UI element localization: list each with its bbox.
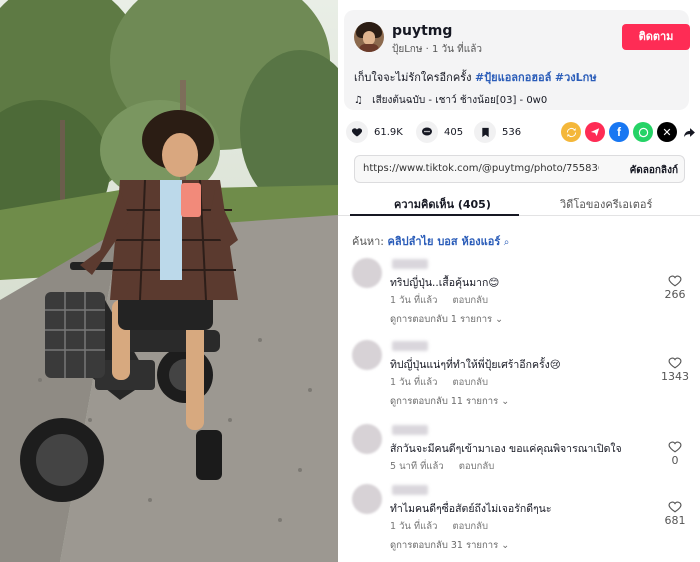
- post-time: 1 วัน ที่แล้ว: [431, 44, 482, 55]
- avatar-face-shape: [363, 31, 375, 45]
- commenter-avatar[interactable]: [352, 424, 382, 454]
- caption-text: เก็บใจจะไม่รักใครอีกครั้ง: [354, 71, 472, 84]
- commenter-avatar[interactable]: [352, 484, 382, 514]
- creator-nickname: ปุ้ยLกษ: [392, 44, 423, 55]
- like-count: 61.9K: [374, 126, 403, 138]
- heart-icon[interactable]: [346, 121, 368, 143]
- reply-button[interactable]: ตอบกลับ: [459, 461, 495, 472]
- comment-time: 5 นาที ที่แล้ว: [390, 461, 444, 472]
- post-detail-panel: puytmg ปุ้ยLกษ · 1 วัน ที่แล้ว ติดตาม เก…: [338, 0, 700, 562]
- whatsapp-icon[interactable]: [633, 122, 653, 142]
- commenter-avatar[interactable]: [352, 340, 382, 370]
- avatar-body-shape: [359, 44, 379, 52]
- comment-text: ทิปญี่ปุ่นแน่ๆที่ทำให้พี่ปุ้ยเศร้าอีกครั…: [390, 359, 561, 371]
- tab-comments[interactable]: ความคิดเห็น (405): [394, 195, 491, 213]
- music-title: เสียงต้นฉบับ - เชาว์ ช้างน้อย[03] - 0w0: [372, 95, 548, 106]
- comment-meta: 1 วัน ที่แล้ว ตอบกลับ: [390, 375, 488, 390]
- post-info-card: puytmg ปุ้ยLกษ · 1 วัน ที่แล้ว ติดตาม เก…: [344, 10, 690, 110]
- comment-text: ทำไมคนดีๆซื่อสัตย์ถึงไม่เจอรักดีๆนะ: [390, 503, 552, 515]
- engagement-bar: 61.9K 405 536 f ✕: [346, 121, 695, 145]
- comment-time: 1 วัน ที่แล้ว: [390, 377, 438, 388]
- send-icon[interactable]: [585, 122, 605, 142]
- post-caption: เก็บใจจะไม่รักใครอีกครั้ง #ปุ้ยแอลกอฮอล์…: [354, 68, 597, 86]
- creator-username[interactable]: puytmg: [392, 23, 452, 39]
- comment-time: 1 วัน ที่แล้ว: [390, 521, 438, 532]
- comment-icon[interactable]: [416, 121, 438, 143]
- commenter-name-blurred[interactable]: [392, 425, 428, 435]
- post-photo[interactable]: [0, 0, 338, 562]
- share-arrow-icon[interactable]: [679, 122, 699, 142]
- comment-text: สักวันจะมีคนดีๆเข้ามาเอง ขอแค่คุณพิจารณา…: [390, 443, 622, 455]
- comment-meta: 1 วัน ที่แล้ว ตอบกลับ: [390, 519, 488, 534]
- x-icon[interactable]: ✕: [657, 122, 677, 142]
- bookmark-icon[interactable]: [474, 121, 496, 143]
- reply-button[interactable]: ตอบกลับ: [453, 295, 489, 306]
- view-replies-button[interactable]: ดูการตอบกลับ 31 รายการ ⌄: [390, 538, 509, 553]
- comment-count: 405: [444, 126, 464, 138]
- comment-meta: 5 นาที ที่แล้ว ตอบกลับ: [390, 459, 494, 474]
- repost-icon[interactable]: [561, 122, 581, 142]
- reply-button[interactable]: ตอบกลับ: [453, 377, 489, 388]
- search-query-link[interactable]: คลิปลำไย บอส ห้องแอร์: [388, 235, 501, 248]
- search-prefix: ค้นหา:: [352, 235, 385, 248]
- comment-time: 1 วัน ที่แล้ว: [390, 295, 438, 306]
- facebook-icon[interactable]: f: [609, 122, 629, 142]
- comment-like-count: 1343: [661, 370, 689, 383]
- follow-button[interactable]: ติดตาม: [622, 24, 690, 50]
- creator-nickname-time: ปุ้ยLกษ · 1 วัน ที่แล้ว: [392, 42, 482, 57]
- post-url[interactable]: https://www.tiktok.com/@puytmg/photo/755…: [363, 163, 599, 174]
- panel-tabs: ความคิดเห็น (405) วิดีโอของครีเอเตอร์: [338, 190, 700, 216]
- comment-item: ทริปญี่ปุ่น..เสื้อคุ้นมาก😊 1 วัน ที่แล้ว…: [338, 258, 700, 338]
- post-link-box: https://www.tiktok.com/@puytmg/photo/755…: [354, 155, 685, 183]
- comment-item: ทิปญี่ปุ่นแน่ๆที่ทำให้พี่ปุ้ยเศร้าอีกครั…: [338, 340, 700, 420]
- commenter-avatar[interactable]: [352, 258, 382, 288]
- commenter-name-blurred[interactable]: [392, 485, 428, 495]
- creator-avatar[interactable]: [354, 22, 384, 52]
- comment-like-count: 266: [664, 288, 686, 301]
- reply-button[interactable]: ตอบกลับ: [453, 521, 489, 532]
- view-replies-button[interactable]: ดูการตอบกลับ 1 รายการ ⌄: [390, 312, 503, 327]
- copy-link-button[interactable]: คัดลอกลิงก์: [630, 163, 678, 178]
- related-search[interactable]: ค้นหา: คลิปลำไย บอส ห้องแอร์ ⌕: [352, 232, 509, 250]
- save-count: 536: [502, 126, 522, 138]
- hashtag-link[interactable]: #ปุ้ยแอลกอฮอล์: [475, 71, 551, 84]
- commenter-name-blurred[interactable]: [392, 259, 428, 269]
- view-replies-button[interactable]: ดูการตอบกลับ 11 รายการ ⌄: [390, 394, 509, 409]
- music-note-icon: ♫: [354, 95, 363, 106]
- comment-like-count: 0: [671, 454, 679, 467]
- tab-creator-videos[interactable]: วิดีโอของครีเอเตอร์: [560, 195, 652, 213]
- like-stat[interactable]: 61.9K: [346, 121, 403, 143]
- music-link[interactable]: ♫ เสียงต้นฉบับ - เชาว์ ช้างน้อย[03] - 0w…: [354, 93, 547, 108]
- photo-illustration: [0, 0, 338, 562]
- comment-meta: 1 วัน ที่แล้ว ตอบกลับ: [390, 293, 488, 308]
- commenter-name-blurred[interactable]: [392, 341, 428, 351]
- search-icon: ⌕: [503, 237, 510, 248]
- comment-stat[interactable]: 405: [416, 121, 463, 143]
- active-tab-indicator: [350, 214, 519, 216]
- hashtag-link[interactable]: #วงLกษ: [555, 71, 597, 84]
- comment-like-count: 681: [664, 514, 686, 527]
- save-stat[interactable]: 536: [474, 121, 521, 143]
- comment-text: ทริปญี่ปุ่น..เสื้อคุ้นมาก😊: [390, 277, 500, 289]
- comment-item: ทำไมคนดีๆซื่อสัตย์ถึงไม่เจอรักดีๆนะ 1 วั…: [338, 484, 700, 562]
- tiktok-post-view: puytmg ปุ้ยLกษ · 1 วัน ที่แล้ว ติดตาม เก…: [0, 0, 700, 562]
